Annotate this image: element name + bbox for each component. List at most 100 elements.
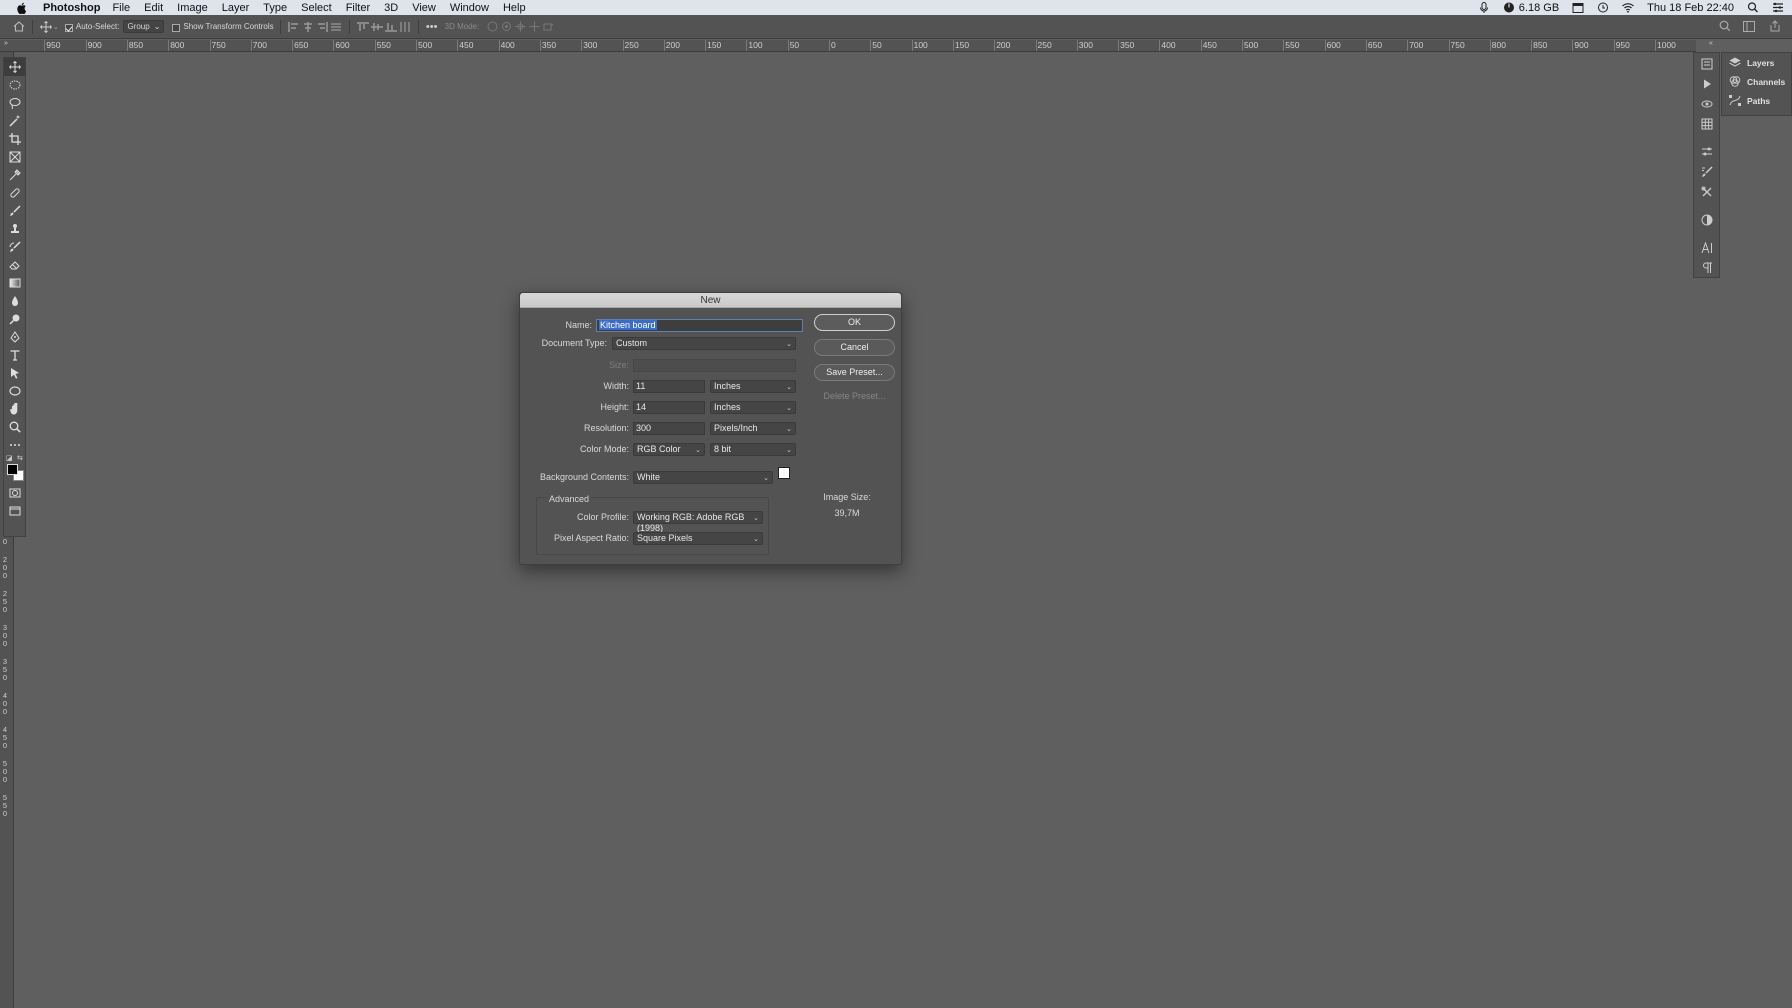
libraries-icon[interactable] [1694, 55, 1719, 73]
menu-file[interactable]: File [105, 2, 137, 14]
panel-tab-layers[interactable]: Layers [1722, 53, 1791, 72]
zoom-tool-icon[interactable] [4, 418, 25, 436]
move-tool-icon[interactable] [39, 20, 53, 34]
default-colors-icon[interactable]: ◪ [6, 454, 13, 462]
workspace-icon[interactable] [1742, 19, 1756, 33]
background-contents-select[interactable]: White ⌄ [633, 471, 773, 484]
align-left-icon[interactable] [287, 20, 301, 34]
move-tool-icon[interactable] [4, 58, 25, 76]
grid-table-icon[interactable] [1694, 115, 1719, 133]
width-unit-select[interactable]: Inches ⌄ [710, 380, 796, 393]
document-type-select[interactable]: Custom ⌄ [612, 337, 796, 350]
blur-tool-icon[interactable] [4, 292, 25, 310]
clone-stamp-tool-icon[interactable] [4, 220, 25, 238]
frame-tool-icon[interactable] [4, 148, 25, 166]
marquee-tool-icon[interactable] [4, 76, 25, 94]
color-profile-select[interactable]: Working RGB: Adobe RGB (1998) ⌄ [633, 511, 763, 533]
brush-tool-icon[interactable] [4, 202, 25, 220]
menu-image[interactable]: Image [170, 2, 215, 14]
color-swatches[interactable]: ◪ ⇆ [4, 454, 25, 484]
tool-presets-icon[interactable] [1694, 183, 1719, 201]
type-tool-icon[interactable] [4, 346, 25, 364]
actions-play-icon[interactable] [1694, 75, 1719, 93]
background-color-swatch[interactable] [778, 467, 790, 479]
collapse-panels-icon[interactable]: « [1709, 40, 1713, 47]
ellipse-tool-icon[interactable] [4, 382, 25, 400]
align-top-icon[interactable] [356, 20, 370, 34]
distribute-icon[interactable] [329, 20, 343, 34]
dodge-tool-icon[interactable] [4, 310, 25, 328]
height-unit-select[interactable]: Inches ⌄ [710, 401, 796, 414]
3d-object-icon[interactable] [1694, 95, 1719, 113]
microphone-icon[interactable] [1478, 2, 1490, 13]
foreground-color-swatch[interactable] [7, 464, 18, 475]
pen-tool-icon[interactable] [4, 328, 25, 346]
menu-3d[interactable]: 3D [377, 2, 405, 14]
width-input[interactable]: 11 [633, 380, 705, 393]
menu-type[interactable]: Type [256, 2, 294, 14]
character-icon[interactable] [1694, 239, 1719, 257]
adjustments-icon[interactable] [1694, 143, 1719, 161]
align-middle-icon[interactable] [370, 20, 384, 34]
bit-depth-select[interactable]: 8 bit ⌄ [710, 443, 796, 456]
search-icon[interactable] [1718, 19, 1732, 33]
calendar-icon[interactable] [1572, 2, 1584, 13]
height-input[interactable]: 14 [633, 401, 705, 414]
cancel-button[interactable]: Cancel [814, 339, 895, 356]
panel-tab-channels[interactable]: Channels [1722, 72, 1791, 91]
menu-help[interactable]: Help [496, 2, 533, 14]
menu-select[interactable]: Select [294, 2, 339, 14]
ok-button[interactable]: OK [814, 314, 895, 331]
menu-filter[interactable]: Filter [339, 2, 377, 14]
tool-preset-chevron-icon[interactable]: ⌄ [53, 23, 59, 31]
align-center-icon[interactable] [301, 20, 315, 34]
collapse-toolbar-icon[interactable]: » [4, 40, 8, 47]
auto-select-checkbox[interactable] [64, 23, 73, 32]
menu-layer[interactable]: Layer [215, 2, 257, 14]
history-brush-tool-icon[interactable] [4, 238, 25, 256]
apple-icon[interactable] [14, 2, 30, 14]
lasso-tool-icon[interactable] [4, 94, 25, 112]
color-wheel-icon[interactable] [1694, 211, 1719, 229]
paragraph-icon[interactable] [1694, 259, 1719, 277]
menu-view[interactable]: View [405, 2, 443, 14]
app-menu[interactable]: Photoshop [43, 2, 100, 14]
crop-tool-icon[interactable] [4, 130, 25, 148]
hand-tool-icon[interactable] [4, 400, 25, 418]
path-selection-tool-icon[interactable] [4, 364, 25, 382]
3d-pan-icon[interactable] [513, 20, 527, 34]
menu-edit[interactable]: Edit [137, 2, 170, 14]
magic-wand-tool-icon[interactable] [4, 112, 25, 130]
share-icon[interactable] [1768, 19, 1782, 33]
pixel-aspect-ratio-select[interactable]: Square Pixels ⌄ [633, 532, 763, 545]
3d-orbit-icon[interactable] [485, 20, 499, 34]
memory-status[interactable]: 6.18 GB [1503, 2, 1559, 14]
3d-slide-icon[interactable] [527, 20, 541, 34]
resolution-unit-select[interactable]: Pixels/Inch ⌄ [710, 422, 796, 435]
control-center-icon[interactable] [1772, 2, 1784, 13]
eyedropper-tool-icon[interactable] [4, 166, 25, 184]
time-machine-icon[interactable] [1597, 2, 1609, 13]
eraser-tool-icon[interactable] [4, 256, 25, 274]
menu-window[interactable]: Window [443, 2, 496, 14]
name-input[interactable]: Kitchen board [596, 319, 803, 332]
spotlight-search-icon[interactable] [1747, 2, 1759, 13]
advanced-toggle[interactable]: Advanced [547, 494, 592, 504]
resolution-input[interactable]: 300 [633, 422, 705, 435]
clock-datetime[interactable]: Thu 18 Feb 22:40 [1647, 2, 1734, 14]
show-transform-checkbox[interactable] [172, 23, 181, 32]
brush-settings-icon[interactable] [1694, 163, 1719, 181]
color-mode-select[interactable]: RGB Color ⌄ [633, 443, 705, 456]
distribute-vertical-icon[interactable] [398, 20, 412, 34]
swap-colors-icon[interactable]: ⇆ [17, 454, 23, 462]
save-preset-button[interactable]: Save Preset... [814, 364, 895, 381]
more-options-icon[interactable]: ••• [425, 20, 439, 34]
edit-toolbar-icon[interactable] [4, 436, 25, 454]
quick-mask-icon[interactable] [4, 484, 25, 502]
wifi-icon[interactable] [1622, 2, 1635, 13]
3d-scale-icon[interactable] [541, 20, 555, 34]
align-right-icon[interactable] [315, 20, 329, 34]
healing-brush-tool-icon[interactable] [4, 184, 25, 202]
3d-roll-icon[interactable] [499, 20, 513, 34]
align-bottom-icon[interactable] [384, 20, 398, 34]
